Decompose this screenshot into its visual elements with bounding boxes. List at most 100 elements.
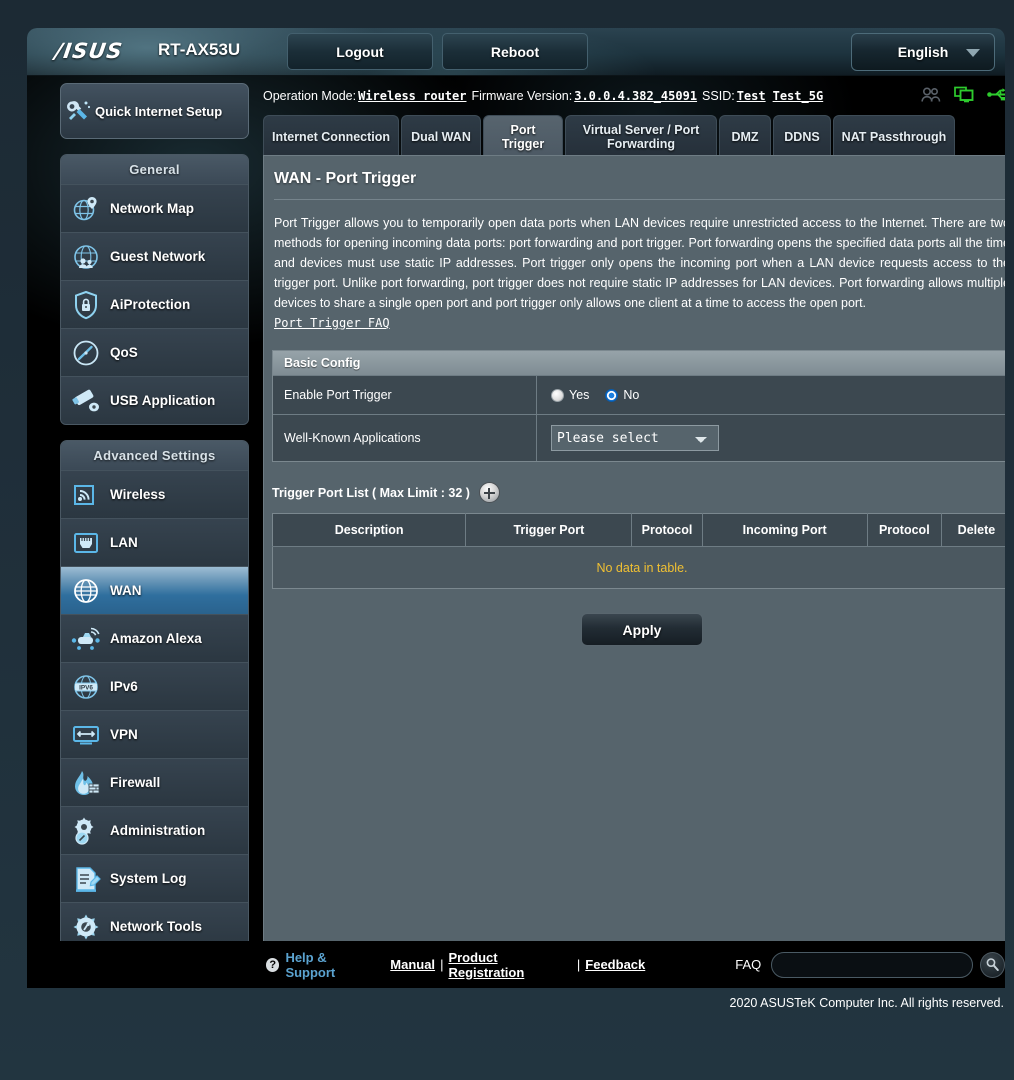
column-description: Description — [272, 513, 467, 547]
sidebar-item-guest-network[interactable]: Guest Network — [61, 232, 248, 280]
sidebar-item-quick-internet-setup[interactable]: Quick Internet Setup — [60, 83, 249, 139]
operation-mode-link[interactable]: Wireless router — [358, 89, 466, 103]
table-empty-row: No data in table. — [272, 546, 1005, 589]
quick-setup-icon — [61, 94, 95, 128]
sidebar-item-network-map[interactable]: Network Map — [61, 184, 248, 232]
sidebar-label: VPN — [110, 727, 138, 742]
sidebar-item-usb-application[interactable]: USB Application — [61, 376, 248, 424]
well-known-applications-select[interactable]: Please select — [551, 425, 719, 451]
sidebar-item-lan[interactable]: LAN — [61, 518, 248, 566]
port-trigger-faq-link[interactable]: Port Trigger FAQ — [274, 316, 390, 330]
help-support-label: Help & Support — [285, 949, 336, 980]
main-area: Operation Mode: Wireless router Firmware… — [27, 76, 1005, 988]
feedback-link[interactable]: Feedback — [585, 957, 645, 972]
sidebar-item-firewall[interactable]: Firewall — [61, 758, 248, 806]
well-known-applications-row: Well-Known Applications Please select — [273, 414, 1005, 461]
enable-port-trigger-value: Yes No — [537, 376, 1005, 414]
sidebar-label: Firewall — [110, 775, 161, 790]
router-model: RT-AX53U — [158, 40, 241, 59]
footer: ? Help & Support Manual | Product Regist… — [27, 941, 1005, 988]
guest-network-icon — [69, 240, 103, 274]
sidebar-label: LAN — [110, 535, 138, 550]
sidebar-item-wireless[interactable]: Wireless — [61, 470, 248, 518]
sidebar-label: Network Tools — [110, 919, 203, 934]
well-known-applications-label: Well-Known Applications — [273, 415, 537, 461]
sidebar-label: AiProtection — [110, 297, 191, 312]
page-title: WAN - Port Trigger — [274, 170, 417, 187]
sidebar-label: Wireless — [110, 487, 166, 502]
chevron-down-icon — [966, 49, 980, 57]
column-trigger-port: Trigger Port — [465, 513, 633, 547]
plus-circle-icon[interactable] — [478, 482, 500, 503]
faq-label: FAQ — [735, 957, 762, 972]
sidebar-item-qos[interactable]: QoS — [61, 328, 248, 376]
reboot-button[interactable]: Reboot — [442, 33, 588, 70]
faq-search-box[interactable] — [771, 951, 973, 978]
radio-no[interactable]: No — [605, 388, 639, 402]
ssid-5g-link[interactable]: Test_5G — [773, 89, 824, 103]
sidebar-label: USB Application — [110, 393, 216, 408]
trigger-port-list-label: Trigger Port List ( Max Limit : 32 ) — [272, 485, 470, 500]
tab-dual-wan[interactable]: Dual WAN — [401, 115, 481, 158]
vpn-icon — [69, 718, 103, 752]
globe-icon — [69, 574, 103, 608]
radio-no-indicator — [605, 388, 619, 402]
gear-admin-icon — [69, 814, 103, 848]
radio-yes[interactable]: Yes — [551, 388, 589, 402]
separator-1: | — [440, 957, 444, 972]
usb-monitor-icon[interactable] — [954, 86, 974, 103]
usb-icon[interactable] — [987, 87, 1005, 102]
shield-lock-icon — [69, 288, 103, 322]
sidebar-item-aiprotection[interactable]: AiProtection — [61, 280, 248, 328]
column-protocol-2: Protocol — [867, 513, 942, 547]
sidebar-label: System Log — [110, 871, 187, 886]
tab-port-trigger[interactable]: Port Trigger — [483, 115, 563, 158]
product-registration-link[interactable]: Product Registration — [448, 950, 571, 980]
content-panel: WAN - Port Trigger Port Trigger allows y… — [263, 155, 1005, 988]
tab-internet-connection[interactable]: Internet Connection — [263, 115, 399, 158]
well-known-applications-value: Please select — [537, 415, 1005, 461]
enable-port-trigger-row: Enable Port Trigger Yes No — [273, 375, 1005, 414]
radio-yes-indicator — [551, 388, 564, 402]
tab-nat-passthrough[interactable]: NAT Passthrough — [833, 115, 955, 158]
ssid-label: SSID: — [702, 89, 735, 103]
search-icon[interactable] — [979, 951, 1005, 978]
manual-link[interactable]: Manual — [390, 957, 435, 972]
apply-button[interactable]: Apply — [581, 613, 703, 646]
sidebar-item-administration[interactable]: Administration — [61, 806, 248, 854]
sidebar-item-ipv6[interactable]: IPV6 IPv6 — [61, 662, 248, 710]
lan-port-icon — [69, 526, 103, 560]
ssid-24-link[interactable]: Test — [737, 89, 766, 103]
system-log-icon — [69, 862, 103, 896]
tab-dmz[interactable]: DMZ — [719, 115, 771, 158]
sidebar-item-system-log[interactable]: System Log — [61, 854, 248, 902]
sidebar-group-title-general: General — [61, 155, 248, 184]
title-divider — [274, 199, 1005, 200]
logout-button[interactable]: Logout — [287, 33, 433, 70]
sidebar-label: Amazon Alexa — [110, 631, 202, 646]
sidebar-group-advanced-settings: Advanced Settings Wireless LAN WAN Amazo… — [60, 440, 249, 951]
svg-text:IPV6: IPV6 — [79, 684, 93, 691]
quick-setup-label: Quick Internet Setup — [95, 103, 223, 119]
radio-no-label: No — [623, 388, 640, 402]
no-data-message: No data in table. — [272, 546, 1005, 589]
sidebar-item-wan[interactable]: WAN — [61, 566, 248, 614]
alexa-icon — [69, 622, 103, 656]
clients-icon[interactable] — [921, 86, 941, 103]
firmware-version-link[interactable]: 3.0.0.4.382_45091 — [574, 89, 697, 103]
trigger-port-list-header: Trigger Port List ( Max Limit : 32 ) — [272, 482, 1005, 503]
column-delete: Delete — [941, 513, 1005, 547]
tab-virtual-server-port-forwarding[interactable]: Virtual Server / Port Forwarding — [565, 115, 717, 158]
sidebar-label: Guest Network — [110, 249, 206, 264]
separator-2: | — [576, 957, 581, 972]
sidebar-label: QoS — [110, 345, 138, 360]
table-header-row: Description Trigger Port Protocol Incomi… — [272, 513, 1005, 547]
sidebar-item-vpn[interactable]: VPN — [61, 710, 248, 758]
sidebar-item-amazon-alexa[interactable]: Amazon Alexa — [61, 614, 248, 662]
sidebar-label: IPv6 — [110, 679, 138, 694]
sidebar: Quick Internet Setup General Network Map… — [33, 76, 259, 951]
language-selector[interactable]: English — [851, 33, 995, 71]
faq-search-input[interactable] — [772, 952, 972, 977]
firewall-flame-icon — [69, 766, 103, 800]
tab-ddns[interactable]: DDNS — [773, 115, 831, 158]
